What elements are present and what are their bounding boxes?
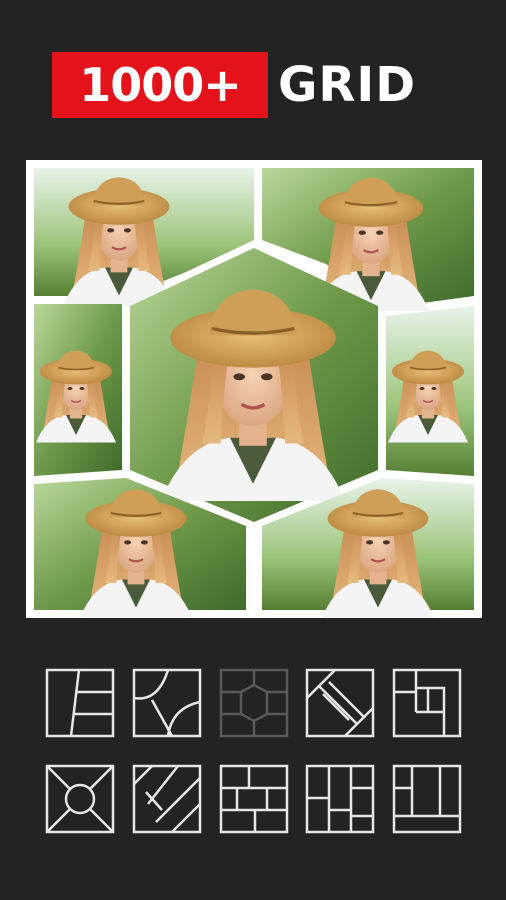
layout-columns-icon[interactable] xyxy=(305,764,375,834)
collage-cell-center[interactable] xyxy=(130,248,378,522)
layout-spiral-blocks-icon[interactable] xyxy=(392,668,462,738)
collage-cell-right[interactable] xyxy=(386,306,474,476)
layout-brick-icon[interactable] xyxy=(219,764,289,834)
headline-word: GRID xyxy=(278,57,417,113)
layout-slanted-stripes-icon[interactable] xyxy=(132,764,202,834)
layout-curved-quadrants-icon[interactable] xyxy=(132,668,202,738)
headline-badge: 1000+ xyxy=(52,52,268,118)
collage-cell-left[interactable] xyxy=(34,304,122,476)
collage-preview[interactable] xyxy=(26,160,482,618)
layout-circle-cross-icon[interactable] xyxy=(45,764,115,834)
headline: 1000+ GRID xyxy=(0,52,506,118)
layout-hexagon-icon[interactable] xyxy=(219,668,289,738)
layout-diamond-icon[interactable] xyxy=(305,668,375,738)
layout-slanted-thirds-icon[interactable] xyxy=(45,668,115,738)
layout-corner-blocks-icon[interactable] xyxy=(392,764,462,834)
